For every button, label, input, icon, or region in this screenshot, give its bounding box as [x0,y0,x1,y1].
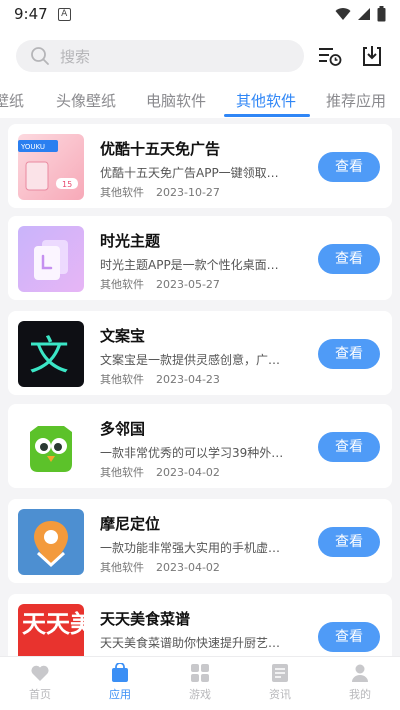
list-item[interactable]: 摩尼定位 一款功能非常强大实用的手机虚… 其他软件 2023-04-02 查看 [8,499,392,583]
list-item[interactable]: 多邻国 一款非常优秀的可以学习39种外… 其他软件 2023-04-02 查看 [8,404,392,488]
nav-news[interactable]: 资讯 [240,657,320,710]
app-category: 其他软件 [100,278,144,291]
tab-recommended-apps[interactable]: 推荐应用 [326,90,386,111]
signal-icon [358,8,370,20]
view-button[interactable]: 查看 [318,432,380,462]
app-date: 2023-05-27 [156,278,220,291]
status-time: 9:47 [14,5,48,23]
category-tabs: 壁纸 头像壁纸 电脑软件 其他软件 推荐应用 [0,84,400,118]
view-button[interactable]: 查看 [318,527,380,557]
app-bag-icon [112,663,128,682]
recipe-icon: 天天美食 [18,604,84,656]
app-description: 优酷十五天免广告APP一键领取… [100,166,279,180]
app-category: 其他软件 [100,561,144,574]
app-category: 其他软件 [100,373,144,386]
nav-label: 应用 [109,688,131,701]
game-grid-icon [191,664,209,682]
search-icon [31,47,49,65]
status-bar: 9:47 A [0,0,400,28]
battery-icon [377,6,386,22]
app-category: 其他软件 [100,186,144,199]
history-list-icon[interactable] [318,45,342,67]
app-date: 2023-04-02 [156,561,220,574]
news-icon [272,664,288,682]
bottom-navigation: 首页 应用 游戏 资讯 我的 [0,656,400,710]
youku-icon-badge: 15 [62,180,72,189]
location-icon [18,509,84,575]
notification-icon: A [57,7,71,21]
app-description: 一款功能非常强大实用的手机虚… [100,541,281,555]
view-button[interactable]: 查看 [318,339,380,369]
search-placeholder: 搜索 [60,47,91,66]
list-item[interactable]: 时光主题 时光主题APP是一款个性化桌面… 其他软件 2023-05-27 查看 [8,216,392,300]
app-name: 摩尼定位 [100,515,161,533]
wifi-icon [335,8,351,20]
tab-other-software[interactable]: 其他软件 [236,90,296,111]
nav-label: 游戏 [189,688,211,701]
view-button[interactable]: 查看 [318,622,380,652]
nav-label: 我的 [349,688,371,701]
top-bar: 搜索 [0,28,400,84]
list-item[interactable]: YOUKU 15 优酷十五天免广告 优酷十五天免广告APP一键领取… 其他软件 2… [8,124,392,208]
app-name: 优酷十五天免广告 [100,140,221,158]
wenanbao-icon-text: 文 [29,333,69,379]
app-category: 其他软件 [100,466,144,479]
nav-games[interactable]: 游戏 [160,657,240,710]
app-name: 天天美食菜谱 [100,610,191,628]
tab-pc-software[interactable]: 电脑软件 [146,90,206,111]
youku-icon-text: YOUKU [20,143,45,151]
app-date: 2023-04-23 [156,373,220,386]
duolingo-icon [18,414,84,480]
app-description: 天天美食菜谱助你快速提升厨艺… [100,636,281,650]
active-tab-indicator [224,114,310,117]
app-list: YOUKU 15 优酷十五天免广告 优酷十五天免广告APP一键领取… 其他软件 2… [0,118,400,656]
tab-wallpaper[interactable]: 壁纸 [0,90,24,111]
app-date: 2023-10-27 [156,186,220,199]
app-name: 时光主题 [100,232,161,250]
search-input[interactable]: 搜索 [16,40,304,72]
nav-label: 资讯 [269,688,291,701]
theme-icon [18,226,84,292]
view-button[interactable]: 查看 [318,244,380,274]
user-icon [352,664,368,682]
list-item[interactable]: 天天美食 天天美食菜谱 天天美食菜谱助你快速提升厨艺… 查看 [8,594,392,656]
app-date: 2023-04-02 [156,466,220,479]
wenanbao-icon: 文 [18,321,84,387]
tab-avatar-wallpaper[interactable]: 头像壁纸 [56,90,116,111]
download-icon[interactable] [360,44,384,68]
nav-label: 首页 [29,688,51,701]
app-name: 多邻国 [100,420,146,438]
app-description: 文案宝是一款提供灵感创意，广… [100,353,281,367]
youku-icon: YOUKU 15 [18,134,84,200]
app-name: 文案宝 [100,327,146,345]
app-description: 时光主题APP是一款个性化桌面… [100,258,279,272]
heart-icon [31,665,49,681]
nav-profile[interactable]: 我的 [320,657,400,710]
recipe-icon-text: 天天美食 [22,610,84,638]
view-button[interactable]: 查看 [318,152,380,182]
nav-apps[interactable]: 应用 [80,657,160,710]
app-description: 一款非常优秀的可以学习39种外… [100,446,284,460]
nav-home[interactable]: 首页 [0,657,80,710]
list-item[interactable]: 文 文案宝 文案宝是一款提供灵感创意，广… 其他软件 2023-04-23 查看 [8,311,392,395]
